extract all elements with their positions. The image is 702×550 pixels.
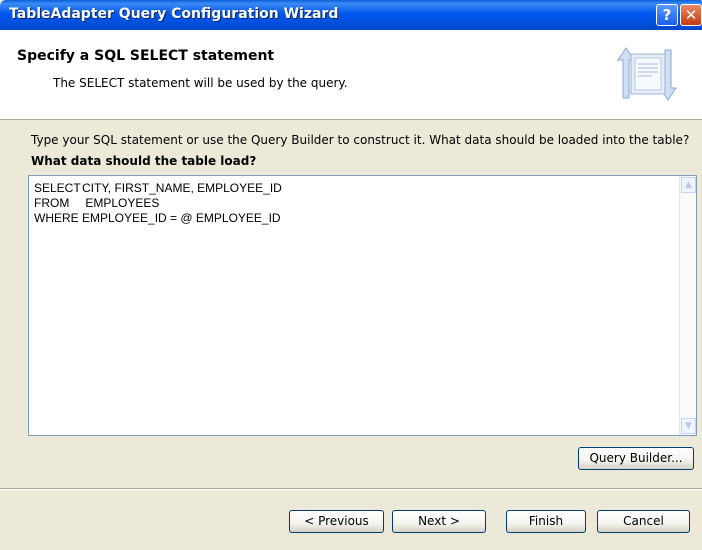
chevron-down-icon[interactable]: ▼ xyxy=(681,418,696,434)
sql-line: FROM EMPLOYEES xyxy=(34,196,282,211)
sql-keyword: WHERE xyxy=(34,211,79,225)
sql-line: WHERE EMPLOYEE_ID = @ EMPLOYEE_ID xyxy=(34,211,282,226)
close-button[interactable]: ✕ xyxy=(680,4,702,26)
title-bar: TableAdapter Query Configuration Wizard … xyxy=(0,0,702,30)
sql-clause: CITY, FIRST_NAME, EMPLOYEE_ID xyxy=(82,181,282,195)
window-title: TableAdapter Query Configuration Wizard xyxy=(9,6,339,22)
next-button[interactable]: Next > xyxy=(392,510,486,533)
sql-statement-input[interactable]: SELECT CITY, FIRST_NAME, EMPLOYEE_ID FROM… xyxy=(28,175,697,436)
wizard-header: Specify a SQL SELECT statement The SELEC… xyxy=(0,30,702,120)
page-title: Specify a SQL SELECT statement xyxy=(17,48,275,64)
vertical-scrollbar[interactable]: ▲ ▼ xyxy=(679,176,696,435)
previous-button[interactable]: < Previous xyxy=(289,510,384,533)
footer-divider xyxy=(0,488,702,490)
query-builder-button[interactable]: Query Builder... xyxy=(578,447,694,470)
database-arrows-icon xyxy=(617,47,677,101)
sql-clause: EMPLOYEE_ID = @ EMPLOYEE_ID xyxy=(82,211,281,225)
sql-text: SELECT CITY, FIRST_NAME, EMPLOYEE_ID FROM… xyxy=(34,181,282,226)
sql-line: SELECT CITY, FIRST_NAME, EMPLOYEE_ID xyxy=(34,181,282,196)
sql-keyword: FROM xyxy=(34,196,70,210)
instruction-text: Type your SQL statement or use the Query… xyxy=(31,133,690,147)
sql-keyword: SELECT xyxy=(34,181,81,195)
question-label: What data should the table load? xyxy=(31,154,257,168)
page-subtitle: The SELECT statement will be used by the… xyxy=(53,76,348,90)
help-button[interactable]: ? xyxy=(656,4,678,26)
sql-clause: EMPLOYEES xyxy=(82,196,160,210)
chevron-up-icon[interactable]: ▲ xyxy=(681,177,696,193)
finish-button[interactable]: Finish xyxy=(506,510,586,533)
cancel-button[interactable]: Cancel xyxy=(597,510,690,533)
